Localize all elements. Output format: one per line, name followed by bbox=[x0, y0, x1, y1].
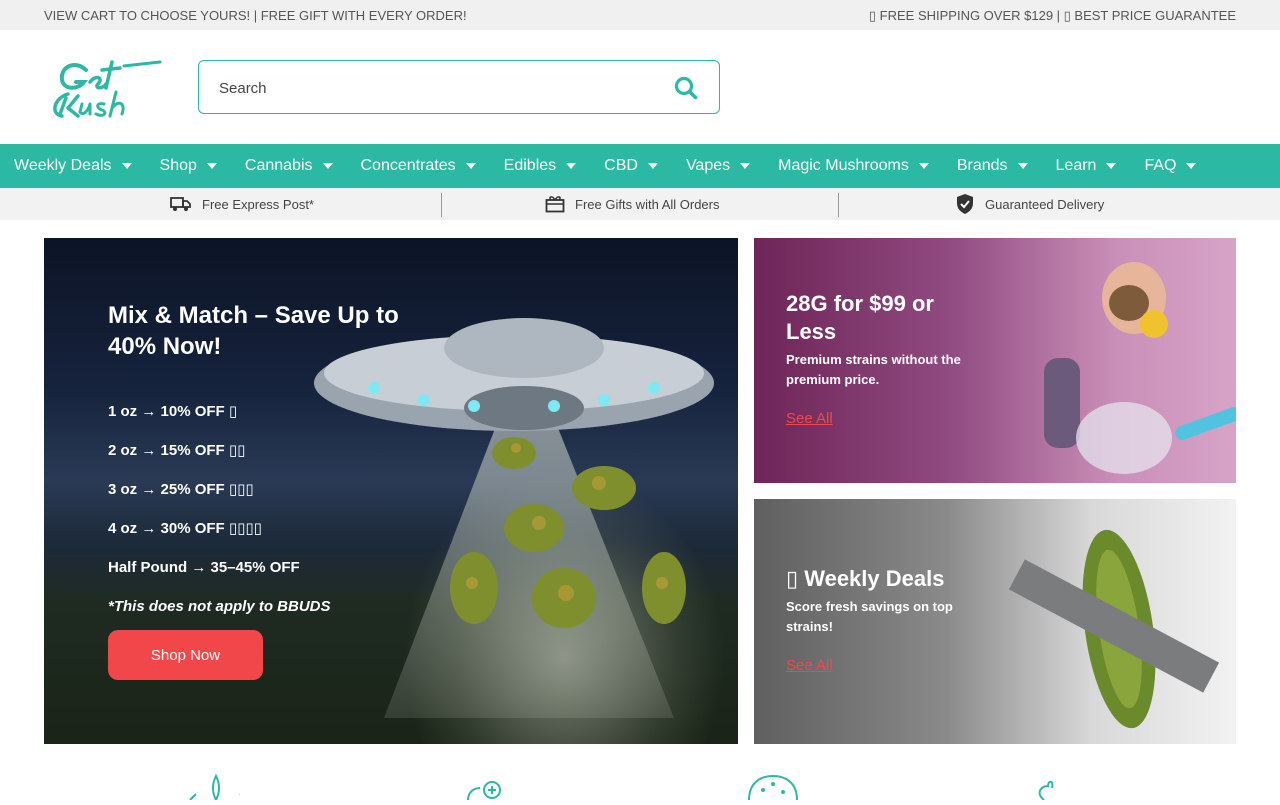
nav-label: Magic Mushrooms bbox=[778, 157, 909, 174]
nav-label: Concentrates bbox=[360, 157, 456, 174]
announcement-right: ▯ FREE SHIPPING OVER $129 | ▯ BEST PRICE… bbox=[868, 8, 1236, 23]
main-nav: Weekly Deals Shop Cannabis Concentrates … bbox=[0, 144, 1280, 188]
nav-cannabis[interactable]: Cannabis bbox=[231, 144, 347, 188]
chevron-down-icon bbox=[322, 163, 333, 169]
logo-icon bbox=[53, 60, 162, 118]
search-input[interactable] bbox=[219, 75, 649, 101]
nav-label: FAQ bbox=[1144, 157, 1177, 174]
promo-subtitle: Score fresh savings on top strains! bbox=[786, 599, 953, 634]
concentrate-icon[interactable] bbox=[460, 770, 520, 801]
nav-learn[interactable]: Learn bbox=[1042, 144, 1131, 188]
promo-card-28g[interactable]: 28G for $99 or Less Premium strains with… bbox=[754, 238, 1236, 483]
hero-tier: 3 oz → 25% OFF ▯▯▯ bbox=[108, 481, 254, 498]
nav-label: Edibles bbox=[503, 157, 557, 174]
promo-card-weekly-deals[interactable]: ▯ Weekly Deals Score fresh savings on to… bbox=[754, 499, 1236, 744]
shield-check-icon bbox=[955, 193, 975, 215]
chevron-down-icon bbox=[647, 163, 658, 169]
cookie-icon[interactable] bbox=[745, 770, 805, 801]
chevron-down-icon bbox=[121, 163, 132, 169]
cbd-drop-icon[interactable] bbox=[1030, 770, 1090, 801]
site-logo[interactable] bbox=[46, 54, 166, 124]
promo-title: 28G for $99 or Less bbox=[786, 291, 934, 344]
nav-magic-mushrooms[interactable]: Magic Mushrooms bbox=[764, 144, 943, 188]
truck-icon bbox=[170, 196, 192, 212]
site-header bbox=[0, 30, 1280, 144]
nav-label: Learn bbox=[1055, 157, 1097, 174]
perk-delivery: Guaranteed Delivery bbox=[955, 188, 1104, 220]
nav-faq[interactable]: FAQ bbox=[1130, 144, 1210, 188]
divider bbox=[441, 193, 442, 217]
search-box bbox=[198, 60, 720, 114]
hero-tier: 2 oz → 15% OFF ▯▯ bbox=[108, 442, 246, 459]
product-illustration bbox=[1008, 529, 1220, 729]
gift-icon bbox=[545, 195, 565, 213]
shop-now-button[interactable]: Shop Now bbox=[108, 630, 263, 680]
nav-label: Cannabis bbox=[244, 157, 313, 174]
promo-subtitle: Premium strains without the premium pric… bbox=[786, 352, 961, 387]
nav-weekly-deals[interactable]: Weekly Deals bbox=[0, 144, 146, 188]
nav-brands[interactable]: Brands bbox=[943, 144, 1042, 188]
cannabis-leaf-icon[interactable] bbox=[180, 770, 247, 803]
nav-label: Brands bbox=[956, 157, 1008, 174]
announcement-left: VIEW CART TO CHOOSE YOURS! | FREE GIFT W… bbox=[44, 8, 467, 23]
perk-gifts-label: Free Gifts with All Orders bbox=[575, 196, 720, 212]
perks-bar: Free Express Post* Free Gifts with All O… bbox=[0, 188, 1280, 220]
nav-label: Vapes bbox=[685, 157, 731, 174]
hero-banner: Mix & Match – Save Up to 40% Now! 1 oz →… bbox=[44, 238, 738, 744]
promo-title: ▯ Weekly Deals bbox=[786, 566, 945, 591]
nav-cbd[interactable]: CBD bbox=[590, 144, 672, 188]
nav-shop[interactable]: Shop bbox=[146, 144, 231, 188]
nav-label: Weekly Deals bbox=[14, 157, 112, 174]
hero-title: Mix & Match – Save Up to 40% Now! bbox=[108, 302, 399, 360]
chevron-down-icon bbox=[206, 163, 217, 169]
chevron-down-icon bbox=[566, 163, 577, 169]
announcement-bar: VIEW CART TO CHOOSE YOURS! | FREE GIFT W… bbox=[0, 0, 1280, 30]
nav-label: CBD bbox=[604, 157, 638, 174]
see-all-link[interactable]: See All bbox=[786, 410, 833, 427]
category-icons-row bbox=[0, 770, 1280, 803]
nav-label: Shop bbox=[159, 157, 197, 174]
hero-tier: 4 oz → 30% OFF ▯▯▯▯ bbox=[108, 520, 262, 537]
divider bbox=[838, 193, 839, 217]
chevron-down-icon bbox=[740, 163, 751, 169]
chevron-down-icon bbox=[1017, 163, 1028, 169]
perk-shipping: Free Express Post* bbox=[170, 188, 314, 220]
perk-shipping-label: Free Express Post* bbox=[202, 196, 314, 212]
chevron-down-icon bbox=[1106, 163, 1117, 169]
chevron-down-icon bbox=[465, 163, 476, 169]
hero-content: Mix & Match – Save Up to 40% Now! 1 oz →… bbox=[108, 300, 448, 626]
chevron-down-icon bbox=[1186, 163, 1197, 169]
nav-vapes[interactable]: Vapes bbox=[672, 144, 764, 188]
nav-edibles[interactable]: Edibles bbox=[490, 144, 590, 188]
hero-tier: 1 oz → 10% OFF ▯ bbox=[108, 403, 238, 420]
chevron-down-icon bbox=[918, 163, 929, 169]
nav-concentrates[interactable]: Concentrates bbox=[347, 144, 490, 188]
perk-gifts: Free Gifts with All Orders bbox=[545, 188, 719, 220]
perk-delivery-label: Guaranteed Delivery bbox=[985, 196, 1105, 212]
product-illustration bbox=[1044, 262, 1236, 474]
hero-tier: Half Pound → 35–45% OFF bbox=[108, 559, 300, 576]
search-icon[interactable] bbox=[673, 75, 699, 101]
hero-note: *This does not apply to BBUDS bbox=[108, 598, 331, 615]
see-all-link[interactable]: See All bbox=[786, 657, 833, 674]
